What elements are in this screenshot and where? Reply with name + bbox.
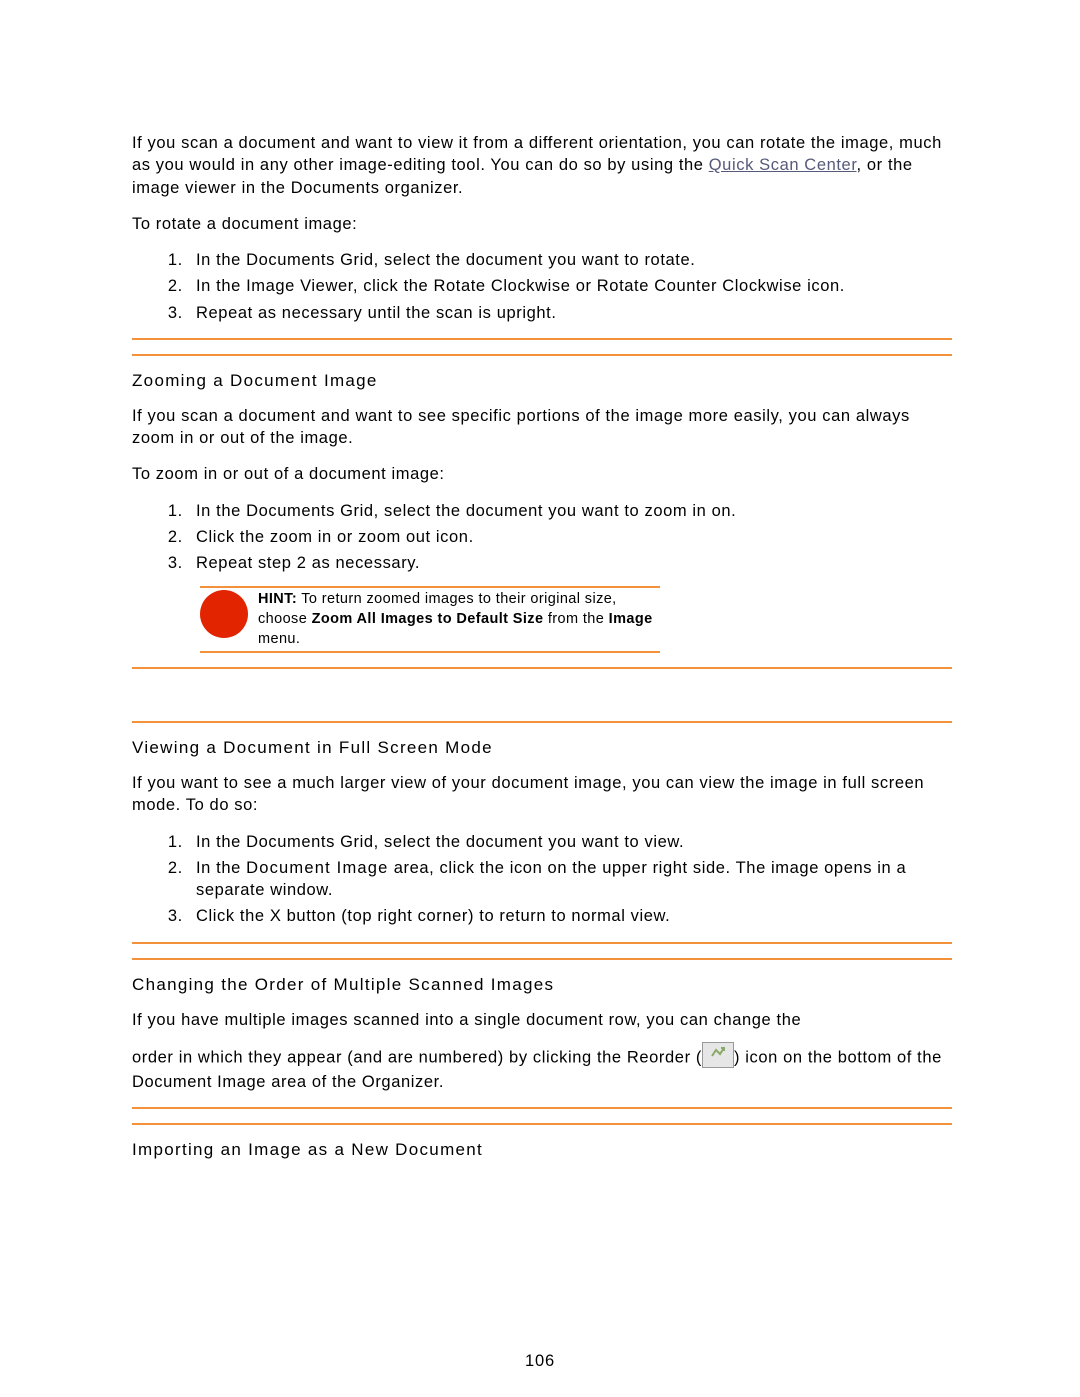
section-divider	[132, 721, 952, 723]
hint-c: menu.	[258, 631, 300, 647]
zoom-lead: To zoom in or out of a document image:	[132, 463, 952, 485]
list-item: In the Documents Grid, select the docume…	[188, 249, 952, 271]
list-item: In the Documents Grid, select the docume…	[188, 500, 952, 522]
hint-b: from the	[543, 611, 608, 627]
reorder-icon	[702, 1042, 734, 1068]
list-item: Repeat step 2 as necessary.	[188, 552, 952, 574]
section-divider	[132, 1123, 952, 1125]
reorder-p1: If you have multiple images scanned into…	[132, 1009, 952, 1031]
section-divider	[132, 338, 952, 340]
reorder-p2: order in which they appear (and are numb…	[132, 1045, 952, 1093]
hint-text: HINT: To return zoomed images to their o…	[258, 590, 660, 649]
import-heading: Importing an Image as a New Document	[132, 1139, 952, 1162]
fs-step3-a: Click the	[196, 907, 270, 925]
section-divider	[132, 667, 952, 669]
fs-step2-a: In the	[196, 859, 246, 877]
list-item: Click the X button (top right corner) to…	[188, 905, 952, 927]
list-item: In the Document Image area, click the ic…	[188, 857, 952, 902]
reorder-heading: Changing the Order of Multiple Scanned I…	[132, 974, 952, 997]
rotate-steps: In the Documents Grid, select the docume…	[132, 249, 952, 324]
fs-step3-b: button (top right corner) to return to n…	[281, 907, 670, 925]
section-divider	[132, 958, 952, 960]
fullscreen-intro: If you want to see a much larger view of…	[132, 772, 952, 817]
fullscreen-heading: Viewing a Document in Full Screen Mode	[132, 737, 952, 760]
rotate-intro: If you scan a document and want to view …	[132, 132, 952, 199]
hint-block: HINT: To return zoomed images to their o…	[200, 586, 660, 653]
document-page: If you scan a document and want to view …	[0, 0, 1080, 1397]
fullscreen-steps: In the Documents Grid, select the docume…	[132, 831, 952, 928]
section-divider	[132, 354, 952, 356]
reorder-p2-a: order in which they appear (and are numb…	[132, 1048, 702, 1066]
zoom-steps: In the Documents Grid, select the docume…	[132, 500, 952, 575]
fs-step3-x: X	[270, 907, 282, 925]
fs-step2-strong: Document Image	[246, 859, 388, 877]
zoom-intro: If you scan a document and want to see s…	[132, 405, 952, 450]
hint-strong2: Image	[609, 611, 653, 627]
list-item: Click the zoom in or zoom out icon.	[188, 526, 952, 548]
hint-icon	[200, 590, 248, 638]
list-item: In the Image Viewer, click the Rotate Cl…	[188, 275, 952, 297]
section-divider	[132, 942, 952, 944]
section-divider	[132, 1107, 952, 1109]
quick-scan-center-link[interactable]: Quick Scan Center	[709, 156, 857, 174]
hint-label: HINT:	[258, 591, 297, 607]
zoom-heading: Zooming a Document Image	[132, 370, 952, 393]
hint-strong: Zoom All Images to Default Size	[312, 611, 544, 627]
list-item: Repeat as necessary until the scan is up…	[188, 302, 952, 324]
page-number: 106	[0, 1352, 1080, 1371]
rotate-lead: To rotate a document image:	[132, 213, 952, 235]
list-item: In the Documents Grid, select the docume…	[188, 831, 952, 853]
